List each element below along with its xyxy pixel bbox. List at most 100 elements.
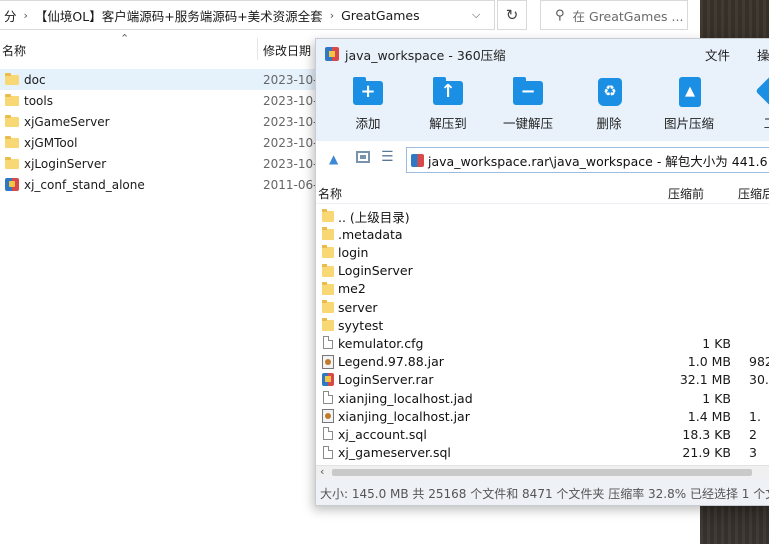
file-row[interactable]: doc 2023-10-: [0, 69, 320, 90]
archive-row[interactable]: login: [316, 243, 769, 261]
search-icon: ⚲: [555, 7, 565, 23]
archive-row[interactable]: .. (上级目录): [316, 207, 769, 225]
add-label: 添加: [355, 116, 381, 131]
file-name: xjGMTool: [24, 135, 78, 150]
file-row[interactable]: xjGameServer 2023-10-: [0, 111, 320, 132]
add-button[interactable]: + 添加: [332, 77, 404, 132]
folder-icon: [5, 73, 19, 85]
one-click-extract-button[interactable]: − 一键解压: [492, 77, 564, 132]
file-date: 2023-10-: [263, 135, 318, 150]
breadcrumb-parent[interactable]: 分: [0, 6, 21, 25]
thumbnail-view-icon[interactable]: [356, 151, 370, 163]
archive-row[interactable]: LoginServer: [316, 262, 769, 280]
path-input[interactable]: java_workspace.rar\java_workspace - 解包大小…: [406, 147, 769, 173]
column-date-header[interactable]: 修改日期: [263, 42, 311, 59]
column-divider[interactable]: [257, 38, 258, 60]
tools-label: 工: [734, 113, 769, 132]
address-bar[interactable]: 分 › 【仙境OL】客户端源码+服务端源码+美术资源全套 › GreatGame…: [0, 0, 495, 30]
archive-item-name: .. (上级目录): [338, 209, 410, 225]
address-dropdown-icon[interactable]: ⌵: [472, 8, 480, 22]
folder-icon: [322, 263, 334, 278]
horizontal-scrollbar[interactable]: ‹: [316, 465, 769, 479]
menu-operation[interactable]: 操: [757, 45, 769, 64]
refresh-icon: ↻: [505, 6, 519, 24]
archive-row[interactable]: .metadata: [316, 225, 769, 243]
file-name: xjLoginServer: [24, 156, 107, 171]
file-name: xj_conf_stand_alone: [24, 177, 145, 192]
search-input[interactable]: ⚲ 在 GreatGames ...: [540, 0, 688, 30]
file-row[interactable]: tools 2023-10-: [0, 90, 320, 111]
column-name-header[interactable]: 名称: [318, 185, 342, 202]
archive-item-name: xianjing_localhost.jad: [338, 390, 473, 406]
extract-to-button[interactable]: ↑ 解压到: [412, 77, 484, 132]
archive-row[interactable]: syytest: [316, 316, 769, 334]
archive-row[interactable]: xianjing_localhost.jad 1 KB: [316, 389, 769, 407]
archive-row[interactable]: xj_account.sql 18.3 KB 2: [316, 425, 769, 443]
zip-title-bar[interactable]: java_workspace - 360压缩 文件 操: [316, 39, 769, 69]
file-row[interactable]: xjGMTool 2023-10-: [0, 132, 320, 153]
archive-item-name: me2: [338, 281, 366, 297]
folder-icon: [322, 245, 334, 259]
extract-to-icon: ↑: [432, 77, 464, 107]
menu-file[interactable]: 文件: [705, 45, 730, 64]
path-bar: ▲ ☰ java_workspace.rar\java_workspace - …: [316, 143, 769, 177]
archive-item-size-before: 1.0 MB: [687, 354, 731, 370]
refresh-button[interactable]: ↻: [497, 0, 527, 30]
file-row[interactable]: xjLoginServer 2023-10-: [0, 153, 320, 174]
column-size-before-header[interactable]: 压缩前: [668, 185, 704, 202]
archive-item-name: xianjing_localhost.jar: [338, 408, 470, 424]
archive-row[interactable]: Legend.97.88.jar 1.0 MB 982: [316, 353, 769, 371]
archive-item-name: login: [338, 244, 369, 260]
file-icon: [322, 445, 334, 460]
file-name: tools: [24, 93, 53, 108]
archive-column-header: 名称 压缩前 压缩后: [316, 183, 769, 204]
breadcrumb-current[interactable]: GreatGames: [337, 8, 424, 23]
column-header: 名称 ⌃ 修改日期: [0, 32, 320, 60]
file-date: 2023-10-: [263, 93, 318, 108]
file-date: 2023-10-: [263, 72, 318, 87]
folder-icon: [322, 318, 334, 332]
archive-row[interactable]: LoginServer.rar 32.1 MB 30.: [316, 371, 769, 389]
archive-item-size-before: 1.4 MB: [687, 408, 731, 424]
archive-row[interactable]: xianjing_localhost.jar 1.4 MB 1.: [316, 407, 769, 425]
archive-item-size-before: 1 KB: [702, 390, 731, 406]
delete-button[interactable]: ♻ 删除: [573, 77, 645, 132]
archive-row[interactable]: server: [316, 298, 769, 316]
breadcrumb-folder[interactable]: 【仙境OL】客户端源码+服务端源码+美术资源全套: [31, 6, 327, 25]
one-click-extract-label: 一键解压: [502, 116, 553, 131]
file-name: doc: [24, 72, 46, 87]
file-icon: [322, 391, 334, 405]
archive-item-size-before: 18.3 KB: [682, 426, 731, 442]
archive-row[interactable]: xj_gameserver.sql 21.9 KB 3: [316, 444, 769, 462]
column-size-after-header[interactable]: 压缩后: [738, 185, 769, 202]
list-view-icon[interactable]: ☰: [381, 149, 394, 165]
scrollbar-thumb[interactable]: [332, 469, 752, 476]
archive-row[interactable]: me2: [316, 280, 769, 298]
archive-item-size-after: 1.: [749, 408, 761, 424]
folder-icon: [5, 115, 19, 127]
breadcrumb-separator-icon: ›: [23, 8, 28, 22]
folder-icon: [322, 300, 334, 314]
file-date: 2023-10-: [263, 114, 318, 129]
archive-item-name: LoginServer.rar: [338, 372, 434, 388]
folder-icon: [5, 136, 19, 148]
file-row[interactable]: xj_conf_stand_alone 2011-06-: [0, 174, 320, 195]
rar-archive-icon: [5, 178, 19, 191]
rar-archive-icon: [322, 372, 334, 387]
image-compress-button[interactable]: ▲ 图片压缩: [653, 77, 725, 132]
app-logo-icon: [325, 47, 339, 61]
column-name-header[interactable]: 名称: [2, 42, 26, 59]
breadcrumb-separator-icon: ›: [329, 8, 335, 22]
tools-button[interactable]: 工: [734, 75, 769, 132]
file-date: 2023-10-: [263, 156, 318, 171]
archive-item-size-after: 30.: [749, 372, 769, 388]
archive-item-name: xj_account.sql: [338, 426, 427, 442]
go-up-icon[interactable]: ▲: [329, 152, 338, 166]
archive-item-size-before: 21.9 KB: [682, 445, 731, 461]
archive-item-size-before: 32.1 MB: [679, 372, 731, 388]
jar-file-icon: [322, 409, 334, 424]
file-date: 2011-06-: [263, 177, 318, 192]
tools-icon: [754, 75, 769, 107]
archive-row[interactable]: kemulator.cfg 1 KB: [316, 334, 769, 352]
scroll-left-icon[interactable]: ‹: [320, 465, 324, 478]
